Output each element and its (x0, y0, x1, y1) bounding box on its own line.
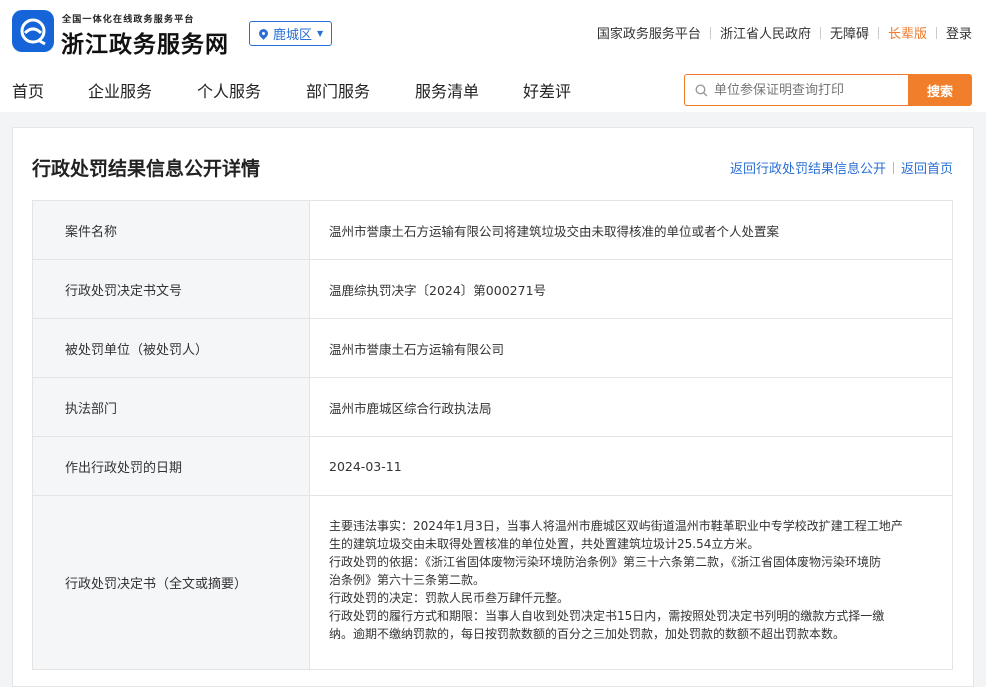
back-to-list-link[interactable]: 返回行政处罚结果信息公开 (730, 158, 886, 177)
region-label: 鹿城区 (273, 28, 313, 43)
table-row: 被处罚单位（被处罚人） 温州市誉康土石方运输有限公司 (33, 319, 952, 378)
nav-item-home[interactable]: 首页 (12, 78, 44, 102)
nav-item-service-list[interactable]: 服务清单 (415, 78, 479, 102)
row-label-case-name: 案件名称 (33, 201, 310, 259)
nav-item-enterprise[interactable]: 企业服务 (88, 78, 152, 102)
row-value-decision-number: 温鹿综执罚决字〔2024〕第000271号 (329, 282, 547, 298)
table-row: 行政处罚决定书（全文或摘要） 主要违法事实：2024年1月3日，当事人将温州市鹿… (33, 496, 952, 670)
row-label-decision-text: 行政处罚决定书（全文或摘要） (33, 496, 310, 669)
search-input[interactable] (714, 82, 894, 98)
divider (892, 161, 894, 174)
row-label-decision-date: 作出行政处罚的日期 (33, 437, 310, 495)
row-value-case-name: 温州市誉康土石方运输有限公司将建筑垃圾交由未取得核准的单位或者个人处置案 (329, 223, 780, 239)
decision-line: 纳。逾期不缴纳罚款的，每日按罚款数额的百分之三加处罚款，加处罚款的数额不超出罚款… (329, 627, 846, 641)
top-links: 国家政务服务平台 浙江省人民政府 无障碍 长辈版 登录 (588, 23, 972, 42)
detail-table: 案件名称 温州市誉康土石方运输有限公司将建筑垃圾交由未取得核准的单位或者个人处置… (32, 200, 953, 670)
location-pin-icon (257, 27, 270, 40)
link-accessibility[interactable]: 无障碍 (821, 23, 878, 42)
decision-line: 行政处罚的决定：罚款人民币叁万肆仟元整。 (329, 591, 570, 605)
row-value-department: 温州市鹿城区综合行政执法局 (329, 400, 492, 416)
decision-line: 主要违法事实：2024年1月3日，当事人将温州市鹿城区双屿街道温州市鞋革职业中专… (329, 519, 903, 533)
row-value-penalized-party: 温州市誉康土石方运输有限公司 (329, 341, 505, 357)
nav-item-personal[interactable]: 个人服务 (197, 78, 261, 102)
row-label-penalized-party: 被处罚单位（被处罚人） (33, 319, 310, 377)
search-icon (695, 83, 708, 96)
search-bar: 搜索 (684, 74, 972, 106)
decision-line: 生的建筑垃圾交由未取得处置核准的单位处置，共处置建筑垃圾计25.54立方米。 (329, 537, 760, 551)
decision-line: 行政处罚的履行方式和期限：当事人自收到处罚决定书15日内，需按照处罚决定书列明的… (329, 609, 885, 623)
decision-line: 治条例》第六十三条第二款。 (329, 573, 486, 587)
search-box[interactable] (684, 74, 908, 106)
nav-item-evaluation[interactable]: 好差评 (523, 78, 571, 102)
link-elder-version[interactable]: 长辈版 (879, 23, 936, 42)
back-links: 返回行政处罚结果信息公开 返回首页 (730, 158, 953, 177)
search-button[interactable]: 搜索 (908, 74, 972, 106)
link-provincial-government[interactable]: 浙江省人民政府 (711, 23, 820, 42)
table-row: 作出行政处罚的日期 2024-03-11 (33, 437, 952, 496)
login-link[interactable]: 登录 (937, 23, 972, 42)
caret-down-icon: ▼ (317, 29, 324, 38)
row-value-decision-text: 主要违法事实：2024年1月3日，当事人将温州市鹿城区双屿街道温州市鞋革职业中专… (310, 496, 952, 669)
row-label-department: 执法部门 (33, 378, 310, 436)
table-row: 行政处罚决定书文号 温鹿综执罚决字〔2024〕第000271号 (33, 260, 952, 319)
site-header: 全国一体化在线政务服务平台 浙江政务服务网 鹿城区 ▼ 国家政务服务平台 浙江省… (0, 0, 986, 112)
region-selector[interactable]: 鹿城区 ▼ (249, 21, 332, 46)
row-value-decision-date: 2024-03-11 (329, 458, 402, 474)
page-title: 行政处罚结果信息公开详情 (32, 158, 261, 180)
back-to-home-link[interactable]: 返回首页 (901, 158, 953, 177)
decision-line: 行政处罚的依据：《浙江省固体废物污染环境防治条例》第三十六条第二款，《浙江省固体… (329, 555, 882, 569)
table-row: 案件名称 温州市誉康土石方运输有限公司将建筑垃圾交由未取得核准的单位或者个人处置… (33, 201, 952, 260)
detail-card: 行政处罚结果信息公开详情 返回行政处罚结果信息公开 返回首页 案件名称 温州市誉… (12, 127, 974, 687)
table-row: 执法部门 温州市鹿城区综合行政执法局 (33, 378, 952, 437)
link-national-platform[interactable]: 国家政务服务平台 (588, 23, 710, 42)
nav-item-department[interactable]: 部门服务 (306, 78, 370, 102)
logo-title[interactable]: 浙江政务服务网 (61, 25, 229, 59)
site-logo-icon[interactable] (12, 10, 54, 52)
logo-subtitle: 全国一体化在线政务服务平台 (62, 15, 195, 25)
row-label-decision-number: 行政处罚决定书文号 (33, 260, 310, 318)
